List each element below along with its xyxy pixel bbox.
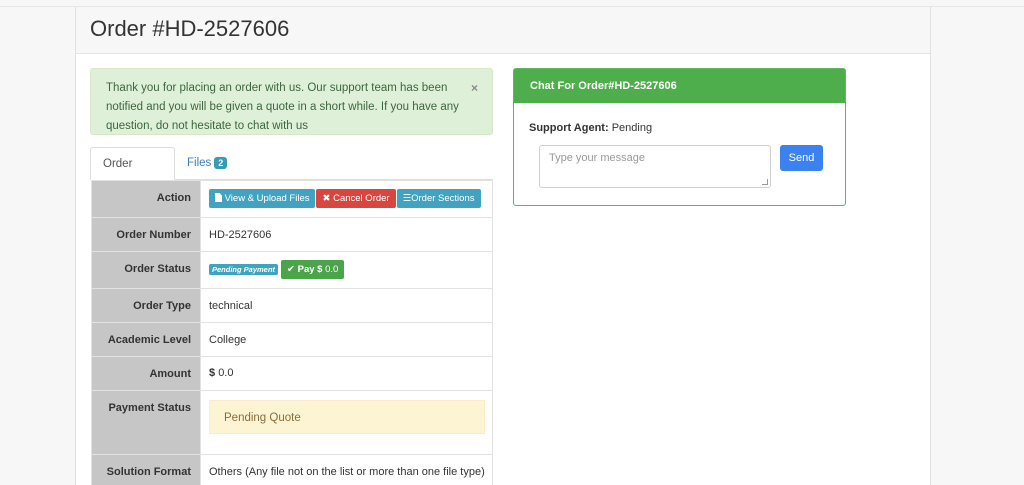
pending-quote-box: Pending Quote	[209, 400, 485, 434]
chat-title: Chat For Order#HD-2527606	[514, 69, 845, 103]
view-upload-files-button[interactable]: View & Upload Files	[209, 189, 316, 208]
table-row: Order Status Pending Payment ✔ Pay $ 0.0	[91, 251, 493, 289]
order-status-cell: Pending Payment ✔ Pay $ 0.0	[200, 251, 493, 289]
pay-button[interactable]: ✔ Pay $ 0.0	[281, 260, 345, 279]
close-icon[interactable]: ×	[471, 79, 478, 98]
panel-header: Order #HD-2527606	[76, 7, 930, 54]
row-label: Amount	[91, 356, 201, 391]
amount-value: 0.0	[218, 367, 234, 379]
alert-text: Thank you for placing an order with us. …	[106, 82, 459, 132]
action-cell: View & Upload Files ✖ Cancel Order ☰Orde…	[200, 180, 493, 218]
solution-format-value: Others (Any file not on the list or more…	[200, 454, 493, 485]
row-label: Order Type	[91, 288, 201, 323]
row-label: Action	[91, 180, 201, 218]
tab-files[interactable]: Files 2	[175, 147, 239, 180]
tab-files-label: Files	[187, 157, 212, 169]
order-sections-button[interactable]: ☰Order Sections	[396, 189, 481, 208]
table-row: Payment Status Pending Quote	[91, 390, 493, 455]
table-row: Action View & Upload Files ✖ Cancel Orde…	[91, 180, 493, 218]
resize-handle-icon[interactable]	[762, 179, 768, 185]
order-tabs: Order Details Files2	[90, 147, 493, 203]
payment-status-cell: Pending Quote	[200, 390, 493, 455]
cancel-order-button[interactable]: ✖ Cancel Order	[316, 189, 396, 208]
check-icon: ✔	[287, 264, 295, 275]
pending-payment-badge: Pending Payment	[209, 263, 278, 275]
list-icon: ☰	[402, 193, 412, 204]
row-label: Order Status	[91, 251, 201, 289]
table-row: Amount $ 0.0	[91, 356, 493, 391]
tab-order-details[interactable]: Order Details	[90, 147, 175, 203]
order-type-value: technical	[200, 288, 493, 323]
row-label: Order Number	[91, 217, 201, 252]
file-icon	[215, 193, 222, 202]
row-label: Payment Status	[91, 390, 201, 455]
message-input[interactable]: Type your message	[539, 145, 771, 188]
success-alert: Thank you for placing an order with us. …	[90, 68, 493, 135]
academic-level-value: College	[200, 322, 493, 357]
message-placeholder: Type your message	[549, 152, 645, 164]
table-row: Academic Level College	[91, 322, 493, 357]
row-label: Solution Format	[91, 454, 201, 485]
row-label: Academic Level	[91, 322, 201, 357]
order-details-table: Action View & Upload Files ✖ Cancel Orde…	[91, 180, 493, 485]
send-button[interactable]: Send	[780, 145, 823, 171]
support-agent: Support Agent: Pending	[529, 122, 652, 134]
table-row: Order Number HD-2527606	[91, 217, 493, 252]
order-number-value: HD-2527606	[200, 217, 493, 252]
times-icon: ✖	[322, 193, 331, 204]
files-count-badge: 2	[214, 156, 228, 169]
table-row: Solution Format Others (Any file not on …	[91, 454, 493, 485]
agent-value: Pending	[611, 122, 653, 134]
table-row: Order Type technical	[91, 288, 493, 323]
currency-symbol: $	[209, 367, 216, 379]
agent-label: Support Agent:	[529, 122, 609, 134]
order-panel: Order #HD-2527606 Thank you for placing …	[75, 7, 931, 485]
chat-panel: Chat For Order#HD-2527606 Support Agent:…	[513, 68, 846, 206]
page-title: Order #HD-2527606	[90, 16, 290, 41]
amount-cell: $ 0.0	[200, 356, 493, 391]
